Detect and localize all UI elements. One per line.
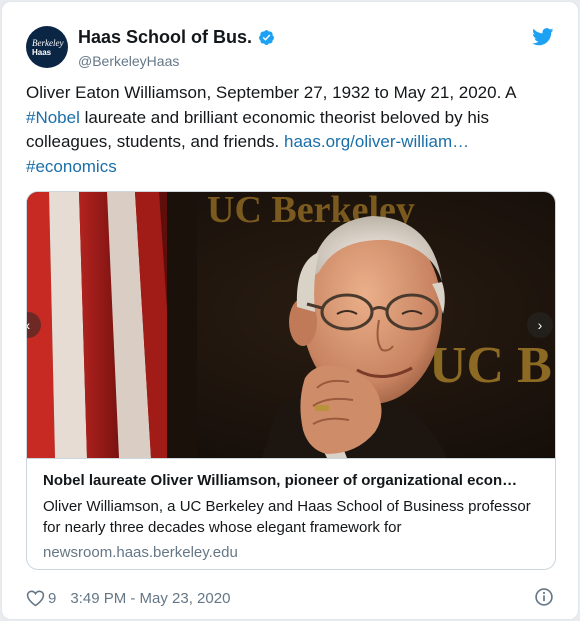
- card-photo-illustration: UC Berkeley UC B: [27, 192, 555, 458]
- like-count: 9: [48, 589, 57, 607]
- avatar-text-haas: Haas: [32, 47, 52, 57]
- account-names: Haas School of Bus. @BerkeleyHaas: [78, 27, 275, 71]
- tweet-header: Berkeley Haas Haas School of Bus. @Berke…: [26, 26, 558, 70]
- card-title[interactable]: Nobel laureate Oliver Williamson, pionee…: [43, 471, 541, 491]
- handle[interactable]: @BerkeleyHaas: [78, 51, 275, 71]
- tweet-url-link[interactable]: haas.org/oliver-william…: [284, 132, 469, 151]
- card-description: Oliver Williamson, a UC Berkeley and Haa…: [43, 498, 531, 536]
- avatar-text-berkeley: Berkeley: [32, 37, 64, 48]
- sign-text-right: UC B: [429, 337, 552, 394]
- tweet-footer: 9 3:49 PM - May 23, 2020: [26, 585, 560, 611]
- card-image[interactable]: UC Berkeley UC B ‹ ›: [26, 192, 555, 458]
- verified-badge-icon: [259, 30, 274, 45]
- timestamp[interactable]: 3:49 PM - May 23, 2020: [70, 590, 230, 607]
- tweet-embed: Berkeley Haas Haas School of Bus. @Berke…: [1, 1, 579, 620]
- twitter-bird-icon[interactable]: [532, 28, 554, 46]
- card-domain[interactable]: newsroom.haas.berkeley.edu: [43, 543, 541, 563]
- chevron-right-icon: ›: [537, 317, 543, 333]
- tweet-text: Oliver Eaton Williamson, September 27, 1…: [26, 81, 556, 179]
- display-name[interactable]: Haas School of Bus.: [78, 27, 252, 48]
- tweet-text-part1: Oliver Eaton Williamson, September 27, 1…: [26, 83, 516, 102]
- display-name-row: Haas School of Bus.: [78, 27, 275, 48]
- carousel-next-button[interactable]: ›: [527, 312, 553, 338]
- card-info[interactable]: Nobel laureate Oliver Williamson, pionee…: [27, 458, 555, 563]
- link-card[interactable]: UC Berkeley UC B ‹ › Nobel laureate Oliv…: [26, 191, 556, 570]
- chevron-left-icon: ‹: [26, 317, 31, 333]
- avatar[interactable]: Berkeley Haas: [26, 26, 68, 68]
- hashtag-nobel[interactable]: #Nobel: [26, 108, 80, 127]
- info-icon[interactable]: [534, 587, 554, 607]
- heart-icon[interactable]: [26, 589, 45, 607]
- hashtag-economics[interactable]: #economics: [26, 157, 117, 176]
